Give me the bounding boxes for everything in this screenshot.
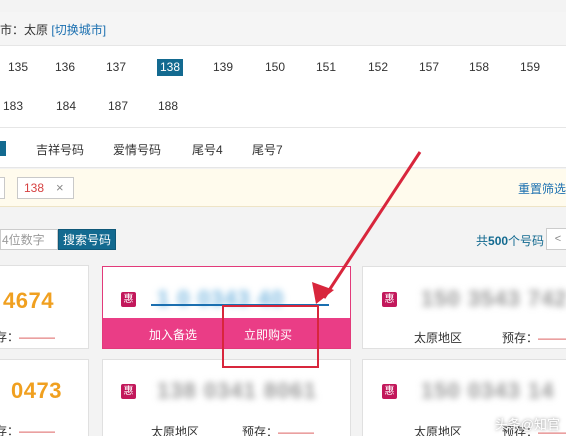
annotation-arrow bbox=[322, 151, 422, 299]
annotation-highlight-box bbox=[222, 305, 319, 368]
annotation-overlay bbox=[312, 151, 422, 304]
watermark: 头条@知官 bbox=[494, 417, 560, 432]
